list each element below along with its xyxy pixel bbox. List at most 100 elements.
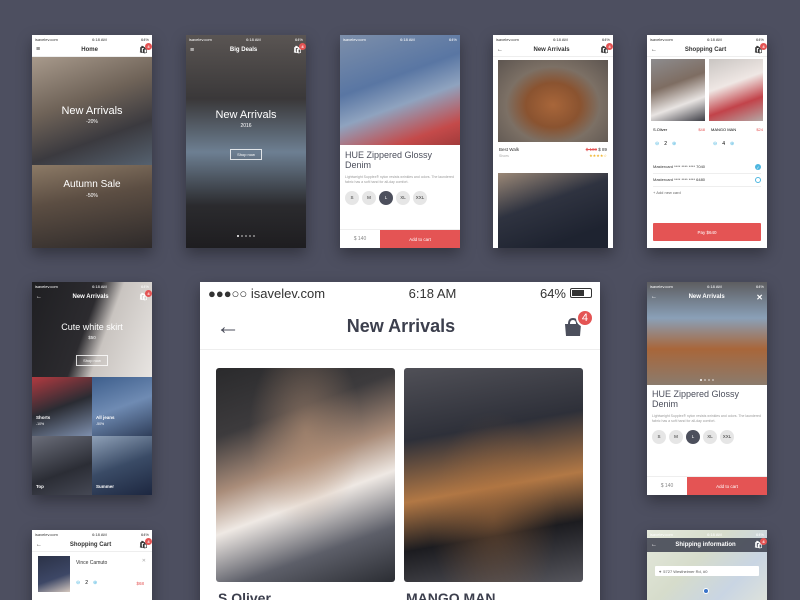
back-arrow-icon[interactable]: ← — [651, 542, 657, 548]
shop-now-button[interactable]: Shop now — [76, 355, 108, 366]
cart-icon[interactable]: 🛍 4 — [139, 290, 152, 301]
page-title: New Arrivals — [688, 294, 725, 300]
size-option[interactable]: L — [686, 429, 700, 444]
card-option-1[interactable]: Mastercard **** **** **** 7040 ✓ — [653, 161, 761, 174]
qty-increase-button[interactable]: ⊕ — [93, 580, 97, 586]
cart2-screen: isavelev.com 6:18 AM 64% ← Shopping Cart… — [32, 530, 152, 600]
back-arrow-icon[interactable]: ← — [497, 47, 503, 53]
item-brand: Shoes — [499, 154, 509, 158]
size-option[interactable]: S — [652, 429, 666, 444]
product-photo — [404, 368, 583, 582]
add-card-label: Add new card — [656, 190, 681, 195]
size-option[interactable]: M — [669, 429, 683, 444]
cart-item-photo-2 — [709, 59, 763, 121]
cart-icon[interactable]: 🛍 4 — [600, 42, 613, 54]
size-option[interactable]: XL — [396, 190, 410, 205]
tile-all-jeans[interactable]: All jeans -50% — [92, 377, 152, 436]
check-icon: ✓ — [755, 164, 761, 170]
cart-icon[interactable]: 🛍 4 — [754, 42, 767, 54]
size-option[interactable]: XXL — [413, 190, 427, 205]
back-arrow-icon[interactable]: ← — [651, 294, 657, 300]
page-title: Shopping Cart — [684, 46, 727, 53]
battery: 64% — [755, 36, 764, 42]
status-time: 6:18 AM — [246, 36, 261, 42]
size-option[interactable]: M — [362, 190, 376, 205]
tile-label: Summer — [96, 484, 115, 489]
size-selector: S M L XL XXL — [345, 190, 455, 205]
tile-shorts[interactable]: Shorts -10% — [32, 377, 92, 436]
nav-bar: ← New Arrivals 🛍 4 — [32, 290, 152, 304]
nav-bar: ← New Arrivals 🛍 4 — [493, 42, 613, 57]
deals-screen: isavelev.com 6:18 AM 64% ≡ Big Deals 🛍 4 … — [186, 35, 306, 248]
product-price: $ 140 — [353, 236, 367, 242]
cart-icon[interactable]: 4 — [562, 308, 594, 337]
qty-increase-button[interactable]: ⊕ — [730, 141, 734, 147]
carrier: isavelev.com — [650, 531, 673, 537]
size-option[interactable]: S — [345, 190, 359, 205]
cart-icon[interactable]: 🛍 4 — [754, 538, 767, 549]
nav-bar: ← New Arrivals 4 — [200, 304, 600, 350]
qty-value: 2 — [664, 141, 667, 147]
banner-autumn-sale[interactable]: Autumn Sale -50% — [32, 165, 152, 248]
battery-group: 64% — [540, 286, 592, 301]
cart-icon[interactable]: 🛍 4 — [139, 537, 152, 549]
address-value: 5727 Westheimer Rd, #0 — [663, 568, 708, 574]
status-time: 6:18 AM — [92, 283, 107, 289]
product-card-1[interactable] — [216, 368, 395, 582]
page-title: New Arrivals — [533, 46, 570, 53]
product-photo-2[interactable] — [498, 173, 608, 248]
page-title: New Arrivals — [72, 294, 109, 300]
close-icon[interactable]: ✕ — [756, 293, 763, 302]
product-name: HUE Zippered Glossy Denim — [652, 389, 740, 409]
tile-label: Top — [36, 484, 44, 489]
back-arrow-icon[interactable]: ← — [36, 542, 42, 548]
carrier: isavelev.com — [35, 531, 58, 537]
product-detail-shoes-screen: isavelev.com 6:18 AM 64% ← New Arrivals … — [647, 282, 767, 495]
product-desc: Lightweight Supplex® nylon resists wrink… — [652, 413, 761, 423]
size-option[interactable]: XXL — [720, 429, 734, 444]
pay-button[interactable]: Pay $640 — [653, 223, 761, 241]
item-brand: S.Oliver — [653, 127, 668, 132]
status-bar: isavelev.com 6:18 AM 64% — [32, 35, 152, 43]
status-time: 6:18 AM — [408, 285, 457, 301]
nav-bar: ← Shipping information 🛍 4 — [647, 538, 767, 552]
add-card-button[interactable]: + Add new card — [653, 187, 761, 198]
product-brand-1: S.Oliver — [218, 590, 271, 600]
carrier: isavelev.com — [189, 36, 212, 42]
qty-decrease-button[interactable]: ⊖ — [713, 141, 717, 147]
size-option[interactable]: L — [379, 190, 393, 205]
banner-new-arrivals[interactable]: New Arrivals -20% — [32, 57, 152, 165]
back-arrow-icon[interactable]: ← — [216, 313, 240, 341]
back-arrow-icon[interactable]: ← — [36, 294, 42, 300]
carrier: isavelev.com — [650, 283, 673, 289]
back-arrow-icon[interactable]: ← — [651, 47, 657, 53]
nav-bar: ← Shopping Cart 🛍 4 — [32, 537, 152, 552]
shop-now-button[interactable]: Shop now — [230, 149, 262, 160]
shoe-photo[interactable] — [498, 60, 608, 142]
menu-icon[interactable]: ≡ — [36, 46, 40, 53]
radio-icon — [755, 177, 761, 183]
page-title: Big Deals — [229, 47, 258, 53]
address-field[interactable]: ⌖ 5727 Westheimer Rd, #0 — [655, 566, 759, 576]
nav-bar: ← New Arrivals ✕ — [647, 290, 767, 304]
qty-increase-button[interactable]: ⊕ — [672, 141, 676, 147]
remove-icon[interactable]: ✕ — [142, 558, 146, 564]
size-option[interactable]: XL — [703, 429, 717, 444]
cart-icon[interactable]: 🛍 4 — [139, 42, 152, 54]
battery: 64% — [755, 531, 764, 537]
cart-icon[interactable]: 🛍 4 — [293, 43, 306, 54]
product-card-2[interactable] — [404, 368, 583, 582]
add-to-cart-button[interactable]: Add to cart — [687, 477, 767, 495]
battery: 64% — [140, 283, 149, 289]
map-pin-icon — [703, 588, 709, 594]
status-bar: isavelev.com 6:18 AM 64% — [340, 35, 460, 43]
menu-icon[interactable]: ≡ — [190, 47, 194, 54]
tile-top[interactable]: Top — [32, 436, 92, 495]
card-option-2[interactable]: Mastercard **** **** **** 6480 — [653, 174, 761, 187]
qty-decrease-button[interactable]: ⊖ — [76, 580, 80, 586]
add-to-cart-button[interactable]: Add to cart — [380, 230, 460, 248]
cart-badge: 4 — [145, 290, 152, 297]
tile-summer[interactable]: Summer — [92, 436, 152, 495]
qty-decrease-button[interactable]: ⊖ — [655, 141, 659, 147]
status-time: 6:18 AM — [92, 36, 107, 42]
